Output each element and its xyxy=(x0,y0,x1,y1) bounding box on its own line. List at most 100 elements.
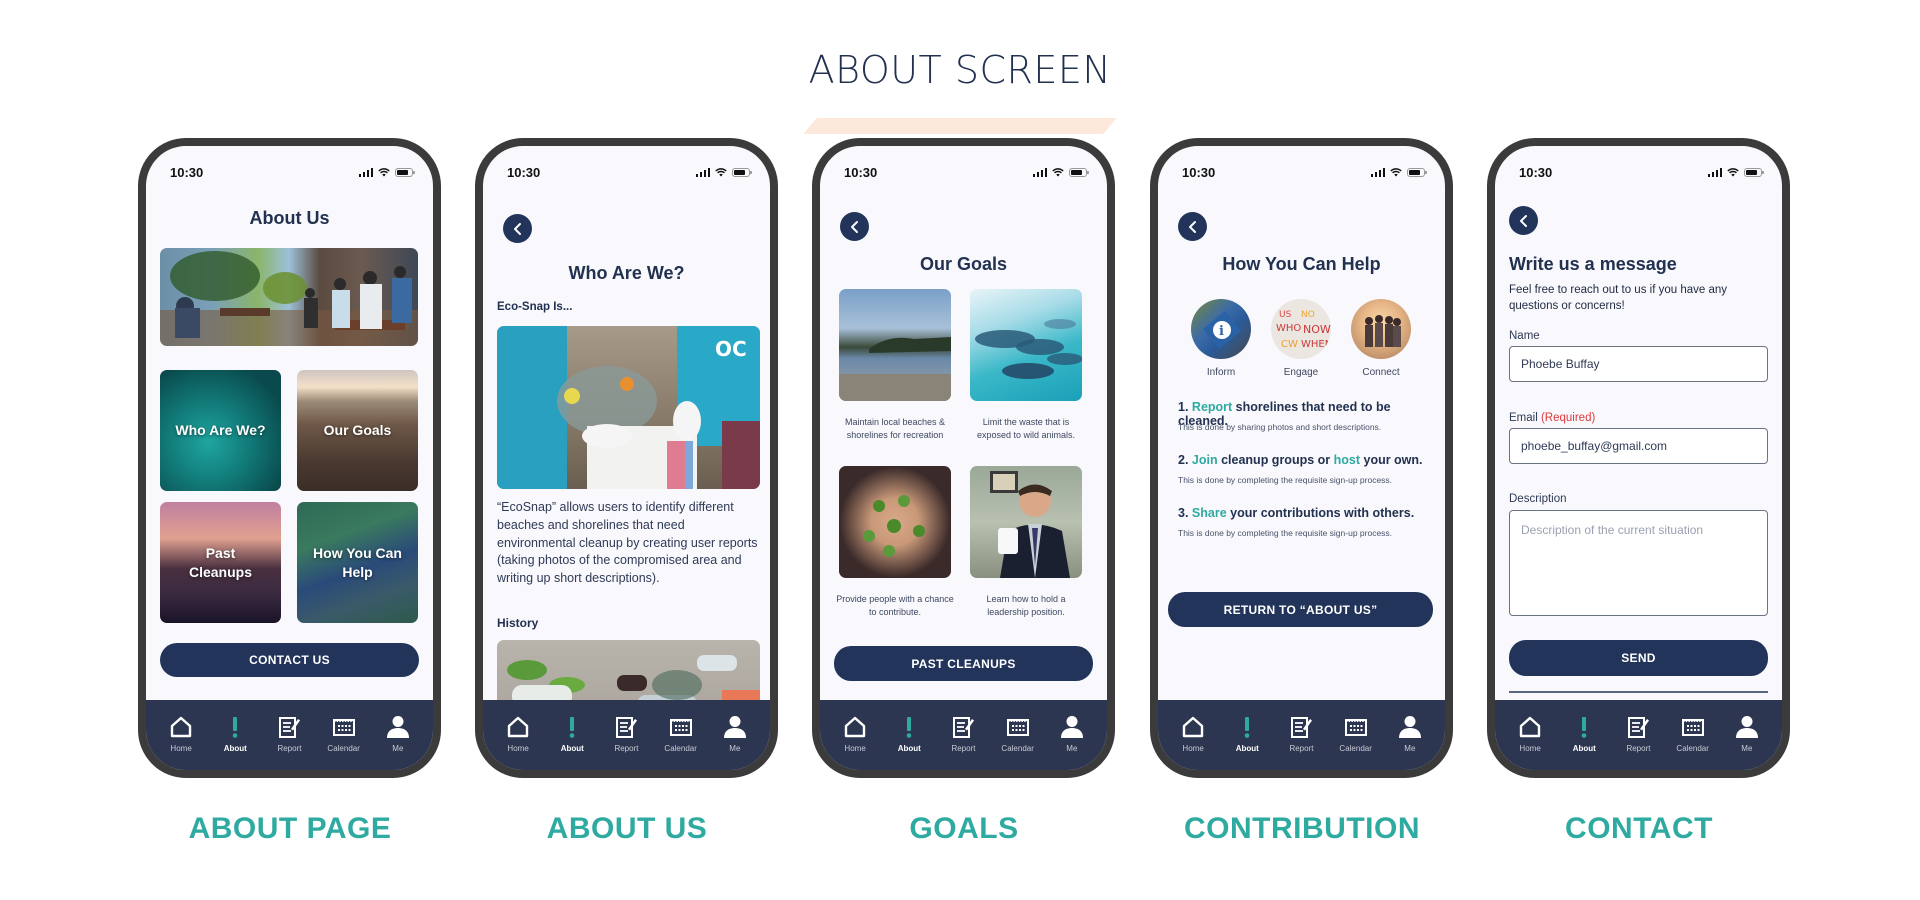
caption-contribution: CONTRIBUTION xyxy=(1184,812,1420,845)
leader-art xyxy=(990,471,1070,578)
nav-item-home[interactable]: Home xyxy=(831,714,879,753)
tile-how-you-can-help[interactable]: How You Can Help xyxy=(297,502,418,623)
nav-label: Calendar xyxy=(1339,744,1372,753)
fish-art xyxy=(975,319,1082,379)
svg-text:US: US xyxy=(1279,310,1292,320)
back-button[interactable] xyxy=(1178,212,1207,241)
nav-item-me[interactable]: Me xyxy=(1723,714,1771,753)
nav-item-about[interactable]: About xyxy=(548,714,596,753)
contact-us-button[interactable]: CONTACT US xyxy=(160,643,419,677)
return-about-us-button[interactable]: RETURN TO “ABOUT US” xyxy=(1168,592,1433,627)
nav-item-home[interactable]: Home xyxy=(157,714,205,753)
email-input[interactable] xyxy=(1509,428,1768,464)
svg-text:OC: OC xyxy=(715,337,747,361)
battery-icon xyxy=(732,167,752,177)
nav-label: Me xyxy=(729,744,741,753)
status-bar: 10:30 xyxy=(1519,164,1764,180)
name-input[interactable] xyxy=(1509,346,1768,382)
nav-label: About xyxy=(1235,744,1259,753)
nav-item-report[interactable]: Report xyxy=(602,714,650,753)
friends-art xyxy=(1365,315,1401,347)
nav-item-report[interactable]: Report xyxy=(939,714,987,753)
nav-item-about[interactable]: About xyxy=(211,714,259,753)
nav-item-calendar[interactable]: Calendar xyxy=(1669,714,1717,753)
nav-item-me[interactable]: Me xyxy=(1048,714,1096,753)
goal-caption: Learn how to hold a leadership position. xyxy=(986,594,1066,618)
nav-item-me[interactable]: Me xyxy=(1386,714,1434,753)
email-label: Email (Required) xyxy=(1509,412,1596,424)
report-icon xyxy=(276,714,302,740)
status-time: 10:30 xyxy=(1519,164,1553,180)
nav-label: Report xyxy=(277,744,302,753)
caption-about-us: ABOUT US xyxy=(546,812,708,845)
required-badge: (Required) xyxy=(1540,412,1596,424)
title-highlight xyxy=(803,118,1117,134)
caption-goals: GOALS xyxy=(909,812,1019,845)
seedlings-art xyxy=(863,495,925,557)
home-icon xyxy=(842,714,868,740)
connect-circle[interactable] xyxy=(1351,299,1411,359)
svg-text:CW: CW xyxy=(1281,339,1298,350)
nav-item-report[interactable]: Report xyxy=(1614,714,1662,753)
wifi-icon xyxy=(1390,167,1402,176)
back-button[interactable] xyxy=(840,212,869,241)
nav-item-calendar[interactable]: Calendar xyxy=(657,714,705,753)
calendar-icon xyxy=(1680,714,1706,740)
nav-label: Calendar xyxy=(1001,744,1034,753)
signal-icon xyxy=(1370,167,1385,177)
step-1-desc: This is done by sharing photos and short… xyxy=(1178,422,1382,432)
wifi-icon xyxy=(1052,167,1064,176)
inform-circle[interactable]: i xyxy=(1191,299,1251,359)
nav-item-report[interactable]: Report xyxy=(265,714,313,753)
connect-label: Connect xyxy=(1362,367,1400,378)
chevron-left-icon xyxy=(1188,220,1196,233)
nav-item-about[interactable]: About xyxy=(1223,714,1271,753)
nav-item-home[interactable]: Home xyxy=(494,714,542,753)
nav-item-calendar[interactable]: Calendar xyxy=(320,714,368,753)
home-icon xyxy=(168,714,194,740)
battery-icon xyxy=(395,167,415,177)
status-bar: 10:30 xyxy=(1182,164,1427,180)
nav-item-about[interactable]: About xyxy=(1560,714,1608,753)
nav-label: Report xyxy=(614,744,639,753)
user-icon xyxy=(722,714,748,740)
nav-label: Home xyxy=(844,744,866,753)
status-icons xyxy=(1707,167,1764,177)
engage-circle[interactable]: US NO WHO NOW CW WHEN xyxy=(1271,299,1331,359)
nav-label: Me xyxy=(392,744,404,753)
nav-item-me[interactable]: Me xyxy=(711,714,759,753)
status-time: 10:30 xyxy=(507,164,541,180)
inform-label: Inform xyxy=(1206,367,1236,378)
bottom-nav: Home About Report Calendar Me xyxy=(146,700,433,770)
past-cleanups-button[interactable]: PAST CLEANUPS xyxy=(834,646,1093,681)
svg-text:NOW: NOW xyxy=(1303,323,1331,336)
screen-title: About Us xyxy=(249,208,330,228)
nav-item-calendar[interactable]: Calendar xyxy=(994,714,1042,753)
calendar-icon xyxy=(331,714,357,740)
svg-text:WHEN: WHEN xyxy=(1301,339,1331,350)
send-button[interactable]: SEND xyxy=(1509,640,1768,676)
back-button[interactable] xyxy=(503,214,532,243)
nav-item-home[interactable]: Home xyxy=(1506,714,1554,753)
bottom-nav: Home About Report Calendar Me xyxy=(1158,700,1445,770)
chevron-left-icon xyxy=(513,222,521,235)
wifi-icon xyxy=(378,167,390,176)
back-button[interactable] xyxy=(1509,206,1538,235)
svg-text:NO: NO xyxy=(1301,310,1315,320)
nav-item-report[interactable]: Report xyxy=(1277,714,1325,753)
step-3-desc: This is done by completing the requisite… xyxy=(1178,528,1393,538)
chevron-left-icon xyxy=(850,220,858,233)
nav-item-calendar[interactable]: Calendar xyxy=(1332,714,1380,753)
screen-goals: 10:30 Our Goals Maintain local beaches & xyxy=(820,146,1107,770)
nav-label: Report xyxy=(1289,744,1314,753)
nav-label: Me xyxy=(1066,744,1078,753)
nav-item-home[interactable]: Home xyxy=(1169,714,1217,753)
form-divider xyxy=(1509,691,1768,693)
tile-who-are-we[interactable]: Who Are We? xyxy=(160,370,281,491)
nav-item-me[interactable]: Me xyxy=(374,714,422,753)
nav-item-about[interactable]: About xyxy=(885,714,933,753)
name-label: Name xyxy=(1509,330,1540,342)
description-textarea[interactable] xyxy=(1509,510,1768,616)
tile-past-cleanups[interactable]: Past Cleanups xyxy=(160,502,281,623)
tile-our-goals[interactable]: Our Goals xyxy=(297,370,418,491)
